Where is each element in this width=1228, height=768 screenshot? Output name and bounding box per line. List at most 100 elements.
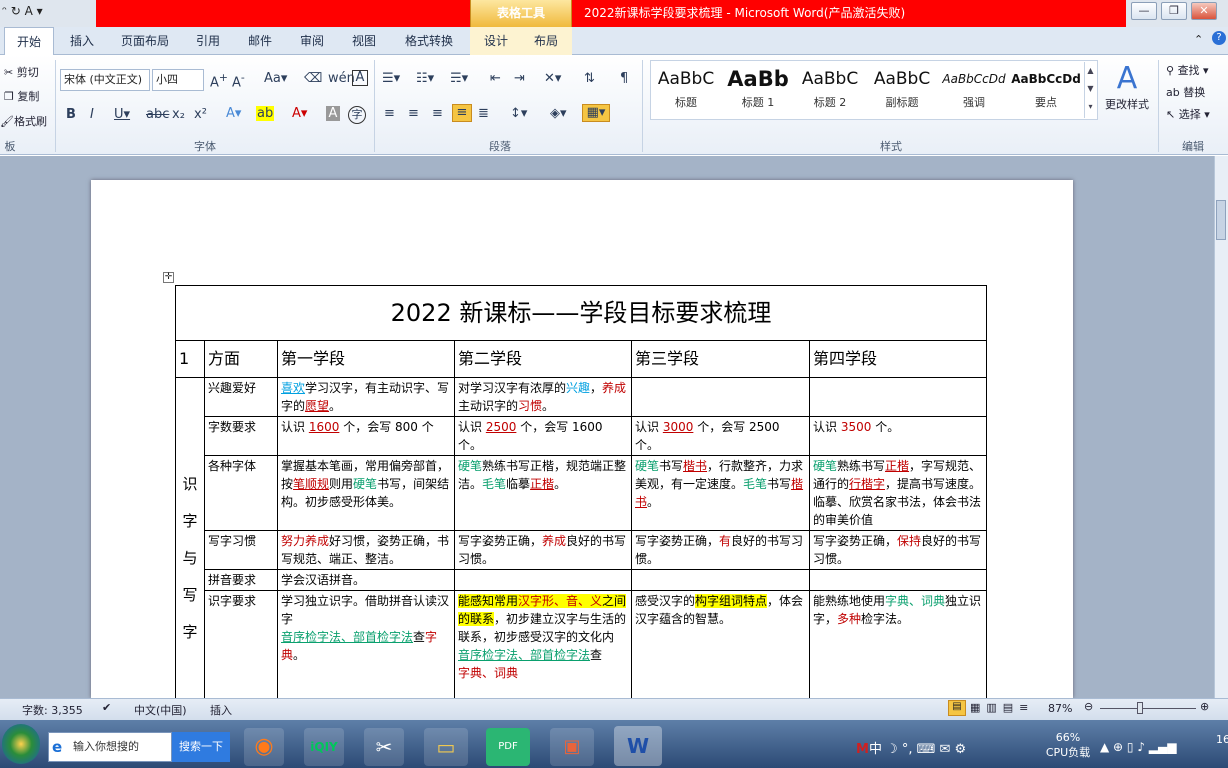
grow-font-icon[interactable]: A+ — [210, 71, 228, 90]
style-subtitle[interactable]: AaBbC 副标题 — [867, 64, 937, 118]
collapse-ribbon-icon[interactable]: ⌃ — [1194, 33, 1203, 46]
r3-stage-4[interactable]: 硬笔熟练书写正楷，字写规范、通行的行楷字，提高书写速度。临摹、欣赏名家书法，体会… — [809, 455, 987, 531]
slides-icon[interactable]: ▣ — [550, 728, 594, 766]
justify-icon[interactable]: ≡ — [452, 104, 472, 122]
r1-stage-2[interactable]: 对学习汉字有浓厚的兴趣，养成主动识字的习惯。 — [454, 377, 632, 417]
increase-indent-icon[interactable]: ⇥ — [514, 71, 525, 86]
r2-stage-1[interactable]: 认识 1600 个，会写 800 个 — [277, 416, 455, 456]
word-icon[interactable]: W — [614, 726, 662, 766]
table-title[interactable]: 2022 新课标——学段目标要求梳理 — [175, 285, 987, 341]
align-center-icon[interactable]: ≡ — [408, 106, 419, 121]
highlight-icon[interactable]: ab — [256, 106, 275, 121]
enclose-char-icon[interactable]: 字 — [348, 106, 366, 124]
phonetic-guide-icon[interactable]: wén — [328, 71, 355, 86]
r6-stage-1[interactable]: 学习独立识字。借助拼音认读汉字 音序检字法、部首检字法查字典。 — [277, 590, 455, 701]
superscript-icon[interactable]: x² — [194, 107, 207, 122]
r3-stage-2[interactable]: 硬笔熟练书写正楷，规范端正整洁。毛笔临摹正楷。 — [454, 455, 632, 531]
proofing-icon[interactable]: ✔ — [102, 701, 111, 714]
view-buttons[interactable]: ▦▥▤≡ — [970, 701, 1034, 714]
aspect-fonts[interactable]: 各种字体 — [204, 455, 278, 531]
cpu-meter[interactable]: 66% CPU负载 — [1040, 731, 1096, 760]
style-heading-1[interactable]: AaBb 标题 1 — [723, 64, 793, 118]
copy-button[interactable]: ❐ 复制 — [4, 88, 39, 104]
zoom-slider[interactable] — [1100, 708, 1196, 709]
align-left-icon[interactable]: ≡ — [384, 106, 395, 121]
char-shading-icon[interactable]: A — [326, 106, 340, 121]
r4-stage-3[interactable]: 写字姿势正确，有良好的书写习惯。 — [631, 530, 810, 570]
gallery-scroll[interactable]: ▲ ▼ ▾ — [1084, 62, 1096, 118]
tab-view[interactable]: 视图 — [344, 27, 384, 55]
zoom-level[interactable]: 87% — [1048, 702, 1072, 715]
minimize-button[interactable]: — — [1131, 2, 1157, 20]
tab-format-convert[interactable]: 格式转换 — [396, 27, 462, 55]
bold-icon[interactable]: B — [66, 107, 76, 122]
table-move-handle[interactable]: ✛ — [163, 272, 174, 283]
aspect-char-count[interactable]: 字数要求 — [204, 416, 278, 456]
close-button[interactable]: ✕ — [1191, 2, 1217, 20]
italic-icon[interactable]: I — [90, 107, 94, 122]
search-button[interactable]: 搜索一下 — [172, 732, 230, 762]
shading-icon[interactable]: ◈▾ — [550, 106, 567, 121]
capcut-icon[interactable]: ✂ — [364, 728, 404, 766]
sort-icon[interactable]: ⇅ — [584, 71, 595, 86]
tab-layout[interactable]: 布局 — [528, 27, 564, 55]
show-marks-icon[interactable]: ¶ — [620, 71, 628, 86]
underline-icon[interactable]: U▾ — [114, 107, 130, 122]
header-index[interactable]: 1 — [175, 340, 205, 378]
decrease-indent-icon[interactable]: ⇤ — [490, 71, 501, 86]
r2-stage-3[interactable]: 认识 3000 个，会写 2500 个。 — [631, 416, 810, 456]
tab-home[interactable]: 开始 — [4, 27, 54, 56]
change-case-icon[interactable]: Aa▾ — [264, 71, 287, 86]
firefox-icon[interactable]: ◉ — [244, 728, 284, 766]
tray-ime[interactable]: M中 ☽ °, ⌨ ✉ ⚙ — [856, 738, 966, 757]
shrink-font-icon[interactable]: A- — [232, 71, 245, 90]
iqiyi-icon[interactable]: iQIY — [304, 728, 344, 766]
word-count[interactable]: 字数: 3,355 — [22, 702, 83, 718]
zoom-out-icon[interactable]: ⊖ — [1084, 700, 1093, 713]
quick-access-toolbar[interactable]: ᵔ ↻ A ▾ — [2, 4, 43, 18]
find-button[interactable]: ⚲ 查找 ▾ — [1166, 62, 1209, 78]
r4-stage-2[interactable]: 写字姿势正确，养成良好的书写习惯。 — [454, 530, 632, 570]
side-label[interactable]: 识字与写字 — [175, 377, 205, 701]
pdf-icon[interactable]: PDF — [486, 728, 530, 766]
aspect-interest[interactable]: 兴趣爱好 — [204, 377, 278, 417]
tab-references[interactable]: 引用 — [188, 27, 228, 55]
r3-stage-3[interactable]: 硬笔书写楷书，行款整齐，力求美观，有一定速度。毛笔书写楷书。 — [631, 455, 810, 531]
style-title[interactable]: AaBbC 标题 — [651, 64, 721, 118]
scroll-thumb[interactable] — [1216, 200, 1226, 240]
r2-stage-4[interactable]: 认识 3500 个。 — [809, 416, 987, 456]
clear-format-icon[interactable]: ⌫ — [304, 71, 322, 86]
insert-mode[interactable]: 插入 — [210, 702, 232, 718]
start-button-icon[interactable] — [2, 724, 40, 764]
replace-button[interactable]: ab 替换 — [1166, 84, 1205, 100]
r5-stage-4[interactable] — [809, 569, 987, 591]
tab-page-layout[interactable]: 页面布局 — [112, 27, 178, 55]
font-size-select[interactable]: 小四 — [152, 69, 204, 91]
change-styles-button[interactable]: A 更改样式 — [1104, 62, 1150, 112]
r5-stage-2[interactable] — [454, 569, 632, 591]
zoom-in-icon[interactable]: ⊕ — [1200, 700, 1209, 713]
style-emphasis[interactable]: AaBbCcDd 强调 — [939, 64, 1009, 118]
language-status[interactable]: 中文(中国) — [134, 702, 187, 718]
r1-stage-3[interactable] — [631, 377, 810, 417]
char-border-icon[interactable]: A — [352, 70, 368, 86]
font-color-icon[interactable]: A▾ — [292, 106, 307, 121]
r5-stage-3[interactable] — [631, 569, 810, 591]
aspect-habits[interactable]: 写字习惯 — [204, 530, 278, 570]
select-button[interactable]: ↖ 选择 ▾ — [1166, 106, 1210, 122]
aspect-literacy[interactable]: 识字要求 — [204, 590, 278, 701]
tab-design[interactable]: 设计 — [478, 27, 514, 55]
style-heading-2[interactable]: AaBbC 标题 2 — [795, 64, 865, 118]
r3-stage-1[interactable]: 掌握基本笔画，常用偏旁部首，按笔顺规则用硬笔书写，间架结构。初步感受形体美。 — [277, 455, 455, 531]
aspect-pinyin[interactable]: 拼音要求 — [204, 569, 278, 591]
clock[interactable]: 16 — [1216, 733, 1228, 746]
r5-stage-1[interactable]: 学会汉语拼音。 — [277, 569, 455, 591]
r6-stage-3[interactable]: 感受汉字的构字组词特点，体会汉字蕴含的智慧。 — [631, 590, 810, 701]
header-aspect[interactable]: 方面 — [204, 340, 278, 378]
multilevel-list-icon[interactable]: ☴▾ — [450, 71, 468, 86]
search-input[interactable]: 输入你想搜的 — [48, 732, 172, 762]
print-layout-icon[interactable]: ▤ — [948, 700, 966, 716]
header-stage-2[interactable]: 第二学段 — [454, 340, 632, 378]
r6-stage-4[interactable]: 能熟练地使用字典、词典独立识字，多种检字法。 — [809, 590, 987, 701]
r2-stage-2[interactable]: 认识 2500 个，会写 1600 个。 — [454, 416, 632, 456]
